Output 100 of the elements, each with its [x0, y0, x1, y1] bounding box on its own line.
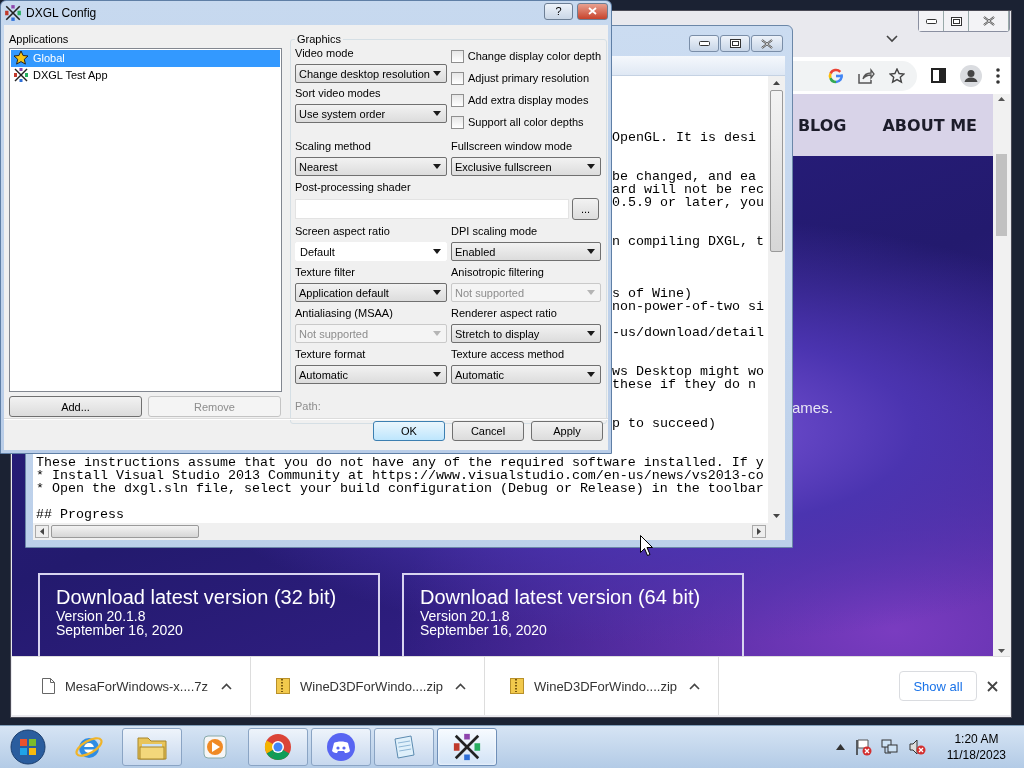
- dropdown-arrow-icon: [433, 249, 441, 254]
- checkbox[interactable]: [451, 49, 464, 63]
- combo-box[interactable]: Default: [295, 242, 447, 261]
- close-button[interactable]: [577, 2, 608, 20]
- show-all-button[interactable]: Show all: [899, 671, 977, 702]
- close-icon: [588, 7, 597, 15]
- show-hidden-icons-button[interactable]: [835, 744, 845, 750]
- dropdown[interactable]: Exclusive fullscreen: [451, 157, 601, 176]
- field-label: Anisotropic filtering: [451, 266, 545, 280]
- window-title: DXGL Config: [26, 6, 97, 20]
- dropdown[interactable]: Application default: [295, 283, 447, 302]
- list-item[interactable]: DXGL Test App: [11, 66, 280, 84]
- chat-app-icon: [326, 732, 356, 762]
- file-icon: [42, 678, 55, 695]
- taskbar-button[interactable]: [437, 728, 497, 766]
- minimize-button[interactable]: [689, 35, 719, 52]
- size-grip[interactable]: [768, 523, 785, 540]
- dropdown-arrow-icon: [433, 164, 441, 169]
- caret-up-icon[interactable]: [689, 682, 700, 690]
- maximize-button[interactable]: [720, 35, 750, 52]
- side-panel-icon[interactable]: [931, 68, 946, 84]
- dropdown-arrow-icon: [433, 331, 441, 336]
- flag-icon[interactable]: [853, 738, 872, 756]
- cursor-icon: [640, 535, 653, 556]
- close-icon: [982, 16, 995, 26]
- star-icon: [13, 50, 29, 67]
- nav-link[interactable]: ABOUT ME: [882, 115, 977, 135]
- checkbox-label: Adjust primary resolution: [468, 72, 590, 84]
- checkbox[interactable]: [451, 71, 464, 85]
- field-label: Antialiasing (MSAA): [295, 307, 394, 321]
- checkbox[interactable]: [451, 93, 464, 107]
- dropdown[interactable]: Use system order: [295, 104, 447, 123]
- dropdown-arrow-icon: [433, 71, 441, 76]
- dropdown-arrow-icon: [433, 290, 441, 295]
- scroll-thumb[interactable]: [51, 525, 199, 539]
- dropdown-arrow-icon: [587, 249, 595, 254]
- caret-up-icon[interactable]: [455, 682, 466, 690]
- download-name[interactable]: WineD3DForWindo....zip: [300, 678, 455, 694]
- field-label: Video mode: [295, 47, 355, 61]
- vertical-scrollbar[interactable]: [768, 76, 785, 524]
- clock-time: 1:20 AM: [954, 731, 999, 747]
- speaker-muted-icon[interactable]: [907, 738, 926, 756]
- nav-link[interactable]: BLOG: [797, 115, 847, 135]
- hero-text: ames.: [792, 399, 834, 417]
- text-line: ## Progress: [36, 507, 124, 523]
- dropdown-arrow-icon: [587, 290, 595, 295]
- scroll-thumb[interactable]: [770, 90, 783, 253]
- close-icon[interactable]: [987, 680, 998, 692]
- field-label: Texture filter: [295, 266, 356, 280]
- download-name[interactable]: MesaForWindows-x....7z: [65, 678, 221, 694]
- chevron-down-icon[interactable]: [886, 35, 898, 43]
- text-line: OpenGL. It is desi: [612, 130, 756, 146]
- profile-icon[interactable]: [960, 64, 982, 87]
- path-label: Path:: [295, 400, 322, 413]
- dialog-button[interactable]: Apply: [531, 421, 603, 441]
- help-button[interactable]: ?: [544, 2, 573, 20]
- archive-icon: [276, 678, 290, 695]
- dropdown[interactable]: Stretch to display: [451, 324, 601, 343]
- field-label: Screen aspect ratio: [295, 225, 391, 239]
- menu-icon[interactable]: [996, 67, 1000, 84]
- dropdown-arrow-icon: [433, 111, 441, 116]
- dialog-button[interactable]: Cancel: [452, 421, 524, 441]
- browse-button[interactable]: ...: [572, 198, 599, 220]
- minimize-icon: [698, 41, 710, 46]
- minimize-button[interactable]: [919, 11, 944, 31]
- network-icon[interactable]: [880, 738, 899, 756]
- field-label: Scaling method: [295, 140, 372, 154]
- share-icon[interactable]: [858, 67, 875, 84]
- dropdown-arrow-icon: [587, 331, 595, 336]
- dropdown[interactable]: Nearest: [295, 157, 447, 176]
- star-icon[interactable]: [889, 67, 905, 84]
- maximize-button[interactable]: [944, 11, 969, 31]
- dropdown-arrow-icon: [433, 372, 441, 377]
- scroll-thumb[interactable]: [996, 154, 1007, 237]
- close-icon: [761, 38, 773, 49]
- scroll-left-icon: [35, 525, 49, 539]
- dropdown[interactable]: Change desktop resolution: [295, 64, 447, 83]
- crossed-lines-icon: [13, 67, 29, 84]
- input-field[interactable]: [295, 199, 569, 219]
- dropdown[interactable]: Automatic: [295, 365, 447, 384]
- dialog-button[interactable]: OK: [373, 421, 445, 441]
- minimize-icon: [925, 18, 937, 24]
- scroll-right-icon: [752, 525, 766, 539]
- checkbox-label: Add extra display modes: [468, 94, 589, 106]
- horizontal-scrollbar[interactable]: [33, 523, 768, 540]
- application-list[interactable]: Global DXGL Test App: [9, 47, 282, 392]
- add-button[interactable]: Add...: [9, 396, 142, 417]
- caret-up-icon[interactable]: [221, 682, 232, 690]
- dropdown[interactable]: Automatic: [451, 365, 601, 384]
- close-button[interactable]: [751, 35, 783, 52]
- archive-icon: [510, 678, 524, 695]
- field-label: Fullscreen window mode: [451, 140, 574, 154]
- start-button[interactable]: [9, 728, 47, 766]
- field-label: Renderer aspect ratio: [451, 307, 558, 321]
- vertical-scrollbar[interactable]: [993, 94, 1010, 657]
- download-name[interactable]: WineD3DForWindo....zip: [534, 678, 689, 694]
- dropdown[interactable]: Enabled: [451, 242, 601, 261]
- field-label: Sort video modes: [295, 87, 382, 101]
- group-title: Graphics: [296, 33, 343, 46]
- checkbox[interactable]: [451, 115, 464, 129]
